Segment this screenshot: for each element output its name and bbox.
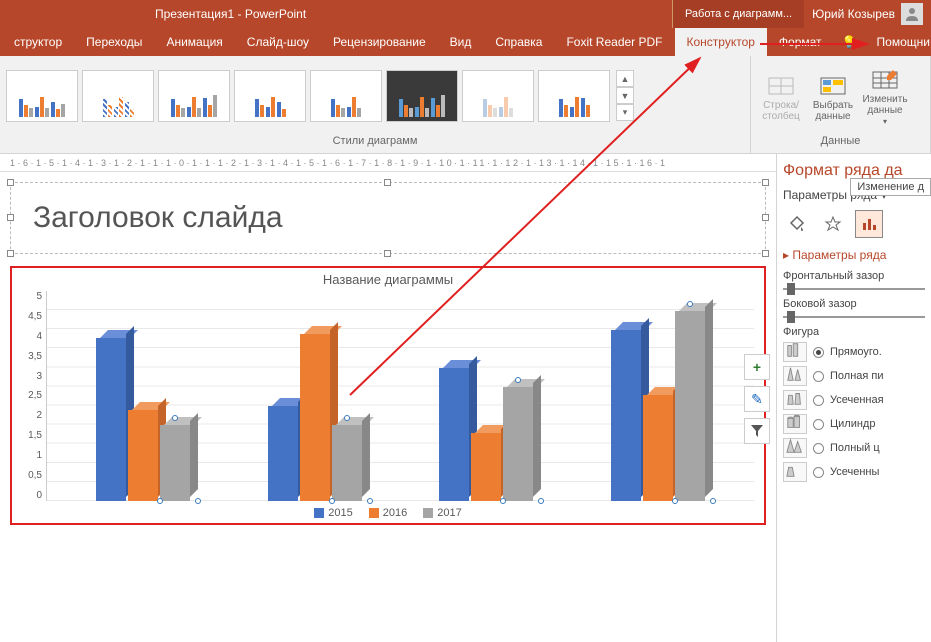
- shape-option-5[interactable]: Усеченны: [783, 462, 925, 482]
- side-gap-label: Боковой зазор: [783, 298, 925, 310]
- effects-tab-icon[interactable]: [819, 210, 847, 238]
- category-group[interactable]: [96, 338, 190, 501]
- avatar-icon: [901, 3, 923, 25]
- chart-style-1[interactable]: [6, 70, 78, 122]
- chart-style-5[interactable]: [310, 70, 382, 122]
- chart-object[interactable]: Название диаграммы 54,543,532,521,510,50…: [10, 266, 766, 525]
- bar-2017[interactable]: [675, 311, 705, 501]
- chart-plot-area[interactable]: [46, 291, 754, 501]
- category-group[interactable]: [439, 368, 533, 501]
- chart-styles-button[interactable]: ✎: [744, 386, 770, 412]
- shape-option-1[interactable]: Полная пи: [783, 366, 925, 386]
- ribbon-group-styles-label: Стили диаграмм: [0, 135, 750, 153]
- bar-2016[interactable]: [128, 410, 158, 501]
- shape-option-0[interactable]: Прямоуго.: [783, 342, 925, 362]
- chart-style-3[interactable]: [158, 70, 230, 122]
- tab-format[interactable]: Формат: [767, 28, 834, 56]
- edit-data-tooltip: Изменение д: [850, 178, 931, 196]
- tab-animation[interactable]: Анимация: [154, 28, 234, 56]
- bar-2016[interactable]: [643, 395, 673, 501]
- switch-row-column-button[interactable]: Строка/ столбец: [757, 70, 805, 122]
- switch-rowcol-icon: [767, 74, 795, 98]
- bar-2016[interactable]: [471, 433, 501, 501]
- bar-2017[interactable]: [160, 425, 190, 501]
- slide-title-placeholder[interactable]: Заголовок слайда: [10, 182, 766, 254]
- gallery-scroll-down[interactable]: ▼: [616, 87, 634, 104]
- legend-item-2016[interactable]: 2016: [369, 507, 407, 519]
- chart-title[interactable]: Название диаграммы: [22, 272, 754, 287]
- tab-foxit[interactable]: Foxit Reader PDF: [554, 28, 674, 56]
- user-account[interactable]: Юрий Козырев: [804, 3, 931, 25]
- chart-style-6[interactable]: [386, 70, 458, 122]
- context-tab-label: Работа с диаграмм...: [672, 0, 804, 28]
- fill-tab-icon[interactable]: [783, 210, 811, 238]
- legend-item-2017[interactable]: 2017: [423, 507, 461, 519]
- bar-2015[interactable]: [96, 338, 126, 501]
- tab-help[interactable]: Справка: [483, 28, 554, 56]
- select-data-button[interactable]: Выбрать данные: [809, 70, 857, 122]
- format-pane: Изменение д Формат ряда да Параметры ряд…: [776, 154, 931, 642]
- tell-me-icon[interactable]: 💡: [834, 28, 865, 56]
- front-gap-label: Фронтальный зазор: [783, 270, 925, 282]
- tab-design[interactable]: Конструктор: [675, 28, 767, 56]
- y-axis: 54,543,532,521,510,50: [22, 291, 46, 501]
- shape-option-2[interactable]: Усеченная: [783, 390, 925, 410]
- chart-style-8[interactable]: [538, 70, 610, 122]
- edit-data-icon: [871, 68, 899, 92]
- shape-option-4[interactable]: Полный ц: [783, 438, 925, 458]
- chart-styles-gallery[interactable]: ▲ ▼ ▾: [0, 56, 750, 135]
- tab-0[interactable]: структор: [2, 28, 74, 56]
- horizontal-ruler: 1·6·1·5·1·4·1·3·1·2·1·1·1·0·1·1·1·2·1·3·…: [0, 154, 776, 172]
- tab-view[interactable]: Вид: [438, 28, 484, 56]
- bar-2017[interactable]: [332, 425, 362, 501]
- chart-style-7[interactable]: [462, 70, 534, 122]
- side-gap-slider[interactable]: [783, 316, 925, 318]
- front-gap-slider[interactable]: [783, 288, 925, 290]
- ribbon-group-data-label: Данные: [751, 135, 930, 153]
- bar-2015[interactable]: [611, 330, 641, 501]
- shape-option-3[interactable]: Цилиндр: [783, 414, 925, 434]
- edit-data-button[interactable]: Изменить данные ▾: [861, 64, 909, 127]
- chart-legend[interactable]: 2015 2016 2017: [22, 507, 754, 519]
- tell-me[interactable]: Помощни: [865, 28, 931, 56]
- bar-2016[interactable]: [300, 334, 330, 501]
- category-group[interactable]: [268, 334, 362, 501]
- ribbon-tabs: структор Переходы Анимация Слайд-шоу Рец…: [0, 28, 931, 56]
- chart-style-4[interactable]: [234, 70, 306, 122]
- series-params-section[interactable]: ▸ Параметры ряда: [783, 248, 925, 262]
- window-title: Презентация1 - PowerPoint: [0, 7, 306, 21]
- tab-transitions[interactable]: Переходы: [74, 28, 154, 56]
- shape-label: Фигура: [783, 326, 925, 338]
- legend-item-2015[interactable]: 2015: [314, 507, 352, 519]
- slide-title-text: Заголовок слайда: [33, 201, 743, 235]
- chart-style-2[interactable]: [82, 70, 154, 122]
- select-data-icon: [819, 74, 847, 98]
- tab-slideshow[interactable]: Слайд-шоу: [235, 28, 321, 56]
- user-name: Юрий Козырев: [812, 7, 895, 21]
- chart-elements-button[interactable]: +: [744, 354, 770, 380]
- category-group[interactable]: [611, 311, 705, 501]
- bar-2017[interactable]: [503, 387, 533, 501]
- series-options-tab-icon[interactable]: [855, 210, 883, 238]
- gallery-expand[interactable]: ▾: [616, 104, 634, 121]
- tab-review[interactable]: Рецензирование: [321, 28, 438, 56]
- bar-2015[interactable]: [268, 406, 298, 501]
- gallery-scroll-up[interactable]: ▲: [616, 70, 634, 87]
- chart-filter-button[interactable]: [744, 418, 770, 444]
- bar-2015[interactable]: [439, 368, 469, 501]
